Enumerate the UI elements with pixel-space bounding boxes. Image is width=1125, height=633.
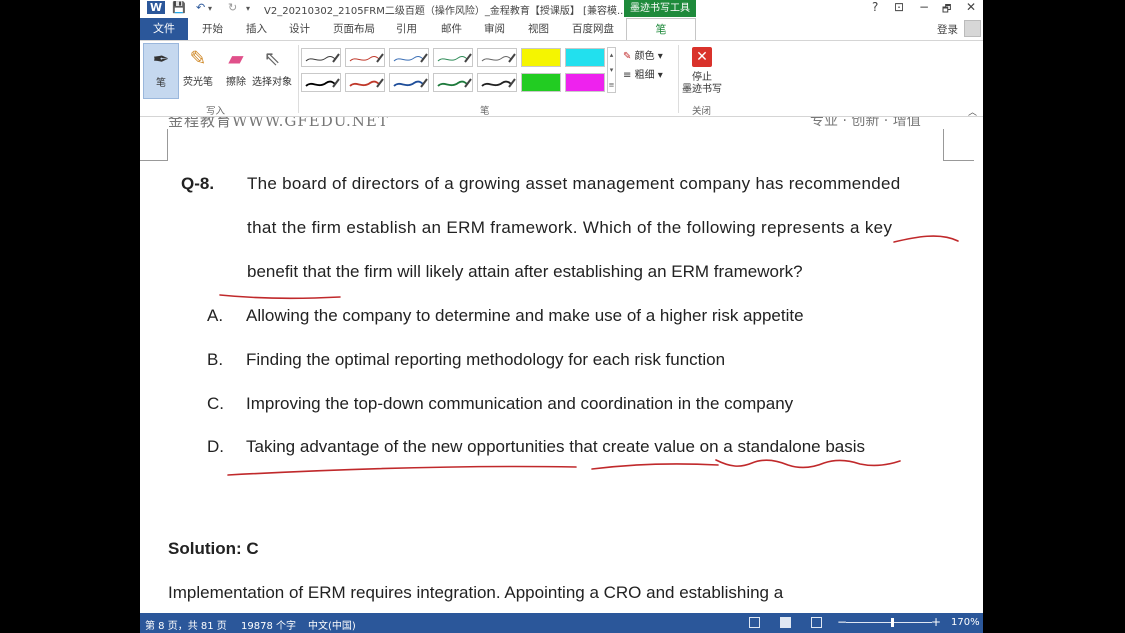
undo-dropdown-icon[interactable]: ▾ — [208, 4, 212, 13]
page-count[interactable]: 第 8 页，共 81 页 — [145, 617, 227, 632]
ink-underline-taking-advantage — [227, 465, 577, 476]
pen-thickness-label: 粗细 — [634, 70, 655, 81]
ribbon: ✒ 笔 ✎ 荧光笔 ▰ 擦除 ⇖ 选择对象 写入 ▴ ▾ ≡ 笔 ✎ 颜色 ▾ ≡ … — [140, 40, 983, 118]
read-mode-icon[interactable] — [749, 617, 760, 628]
tab-references[interactable]: 引用 — [396, 18, 417, 40]
ribbon-display-options-button[interactable]: ⊡ — [894, 0, 904, 14]
tab-file[interactable]: 文件 — [140, 18, 188, 40]
print-layout-icon[interactable] — [780, 617, 791, 628]
tab-review[interactable]: 审阅 — [484, 18, 505, 40]
pen-thickness-dropdown[interactable]: ≡ 粗细 ▾ — [623, 66, 663, 81]
chevron-down-icon: ▾ — [657, 51, 663, 62]
eraser-tool-label: 擦除 — [226, 77, 246, 88]
tab-home[interactable]: 开始 — [202, 18, 223, 40]
pen-color-dropdown[interactable]: ✎ 颜色 ▾ — [623, 47, 663, 62]
ribbon-divider — [678, 45, 679, 113]
pen-color-icon: ✎ — [623, 51, 632, 62]
zoom-in-button[interactable]: + — [931, 615, 941, 629]
pen-style-swatch[interactable] — [477, 48, 517, 67]
highlighter-style-swatch[interactable] — [565, 73, 605, 92]
pen-style-swatch[interactable] — [433, 48, 473, 67]
highlighter-tool-label: 荧光笔 — [183, 77, 213, 88]
ink-tools-context-label: 墨迹书写工具 — [624, 0, 696, 17]
pen-icon: ✒ — [152, 47, 170, 71]
pen-style-swatch[interactable] — [389, 48, 429, 67]
highlighter-tool-button[interactable]: ✎ 荧光笔 — [178, 43, 218, 99]
zoom-level[interactable]: 170% — [951, 617, 980, 628]
select-cursor-icon: ⇖ — [263, 46, 281, 70]
avatar[interactable] — [964, 20, 981, 37]
tab-pen[interactable]: 笔 — [626, 18, 696, 40]
word-window: W 💾 ↶ ▾ ↻ ▾ V2_20210302_2105FRM二级百题（操作风险… — [140, 0, 983, 633]
pen-style-swatch[interactable] — [477, 73, 517, 92]
window-title: V2_20210302_2105FRM二级百题（操作风险）_金程教育【授课版】 … — [264, 6, 627, 17]
ink-underline-key — [893, 235, 959, 243]
status-bar: 第 8 页，共 81 页 19878 个字 中文(中国) − + 170% — [140, 613, 983, 633]
tab-layout[interactable]: 页面布局 — [333, 18, 375, 40]
help-button[interactable]: ? — [872, 0, 878, 14]
word-logo-icon: W — [147, 1, 166, 14]
stop-inking-label-2: 墨迹书写 — [682, 84, 722, 95]
web-layout-icon[interactable] — [811, 617, 822, 628]
gallery-scroll-buttons[interactable]: ▴ ▾ ≡ — [607, 47, 616, 93]
close-button[interactable]: ✕ — [966, 0, 976, 14]
customize-toolbar-icon[interactable]: ▾ — [246, 4, 250, 13]
pen-style-swatch[interactable] — [301, 73, 341, 92]
tab-mailings[interactable]: 邮件 — [441, 18, 462, 40]
pen-tool-label: 笔 — [156, 78, 166, 89]
zoom-slider-thumb[interactable] — [891, 618, 894, 627]
maximize-button[interactable]: 🗗 — [942, 2, 951, 19]
highlighter-style-swatch[interactable] — [565, 48, 605, 67]
undo-icon[interactable]: ↶ — [196, 1, 205, 14]
tab-view[interactable]: 视图 — [528, 18, 549, 40]
chevron-down-icon: ▾ — [657, 70, 663, 81]
word-count[interactable]: 19878 个字 — [241, 617, 296, 632]
pen-style-swatch[interactable] — [433, 73, 473, 92]
pen-style-swatch[interactable] — [345, 73, 385, 92]
pen-tool-button[interactable]: ✒ 笔 — [143, 43, 179, 99]
select-objects-label: 选择对象 — [252, 77, 292, 88]
document-page: 金程教育WWW.GFEDU.NET 专业 · 创新 · 增值 Q-8. The … — [140, 117, 983, 613]
pen-color-label: 颜色 — [634, 51, 655, 62]
ink-underline-benefit — [219, 294, 341, 300]
highlighter-style-swatch[interactable] — [521, 48, 561, 67]
ink-underline-that-create-value — [591, 463, 719, 470]
thickness-icon: ≡ — [623, 70, 632, 81]
highlighter-style-swatch[interactable] — [521, 73, 561, 92]
redo-icon[interactable]: ↻ — [228, 1, 237, 14]
pen-style-swatch[interactable] — [301, 48, 341, 67]
tab-insert[interactable]: 插入 — [246, 18, 267, 40]
highlighter-icon: ✎ — [189, 46, 207, 70]
stop-inking-button[interactable]: ✕ 停止 墨迹书写 — [682, 47, 722, 96]
tab-design[interactable]: 设计 — [289, 18, 310, 40]
tab-baidu-netdisk[interactable]: 百度网盘 — [572, 18, 614, 40]
pen-style-swatch[interactable] — [345, 48, 385, 67]
language-indicator[interactable]: 中文(中国) — [308, 617, 356, 632]
group-label-close: 关闭 — [692, 106, 712, 117]
title-bar: W 💾 ↶ ▾ ↻ ▾ V2_20210302_2105FRM二级百题（操作风险… — [140, 0, 983, 17]
ribbon-tabs: 文件 开始 插入 设计 页面布局 引用 邮件 审阅 视图 百度网盘 笔 登录 — [140, 18, 983, 40]
minimize-button[interactable]: − — [919, 0, 929, 14]
group-label-pens: 笔 — [480, 106, 490, 117]
sign-in-link[interactable]: 登录 — [937, 22, 958, 37]
pen-style-swatch[interactable] — [389, 73, 429, 92]
ink-wavy-standalone-basis — [715, 459, 901, 469]
zoom-slider[interactable] — [846, 622, 932, 623]
group-label-write: 写入 — [206, 106, 226, 117]
select-objects-button[interactable]: ⇖ 选择对象 — [248, 43, 296, 99]
ink-annotations — [219, 235, 959, 476]
stop-inking-icon: ✕ — [692, 47, 712, 67]
ribbon-divider — [298, 45, 299, 113]
stop-inking-label-1: 停止 — [692, 72, 712, 83]
save-icon[interactable]: 💾 — [172, 1, 186, 14]
